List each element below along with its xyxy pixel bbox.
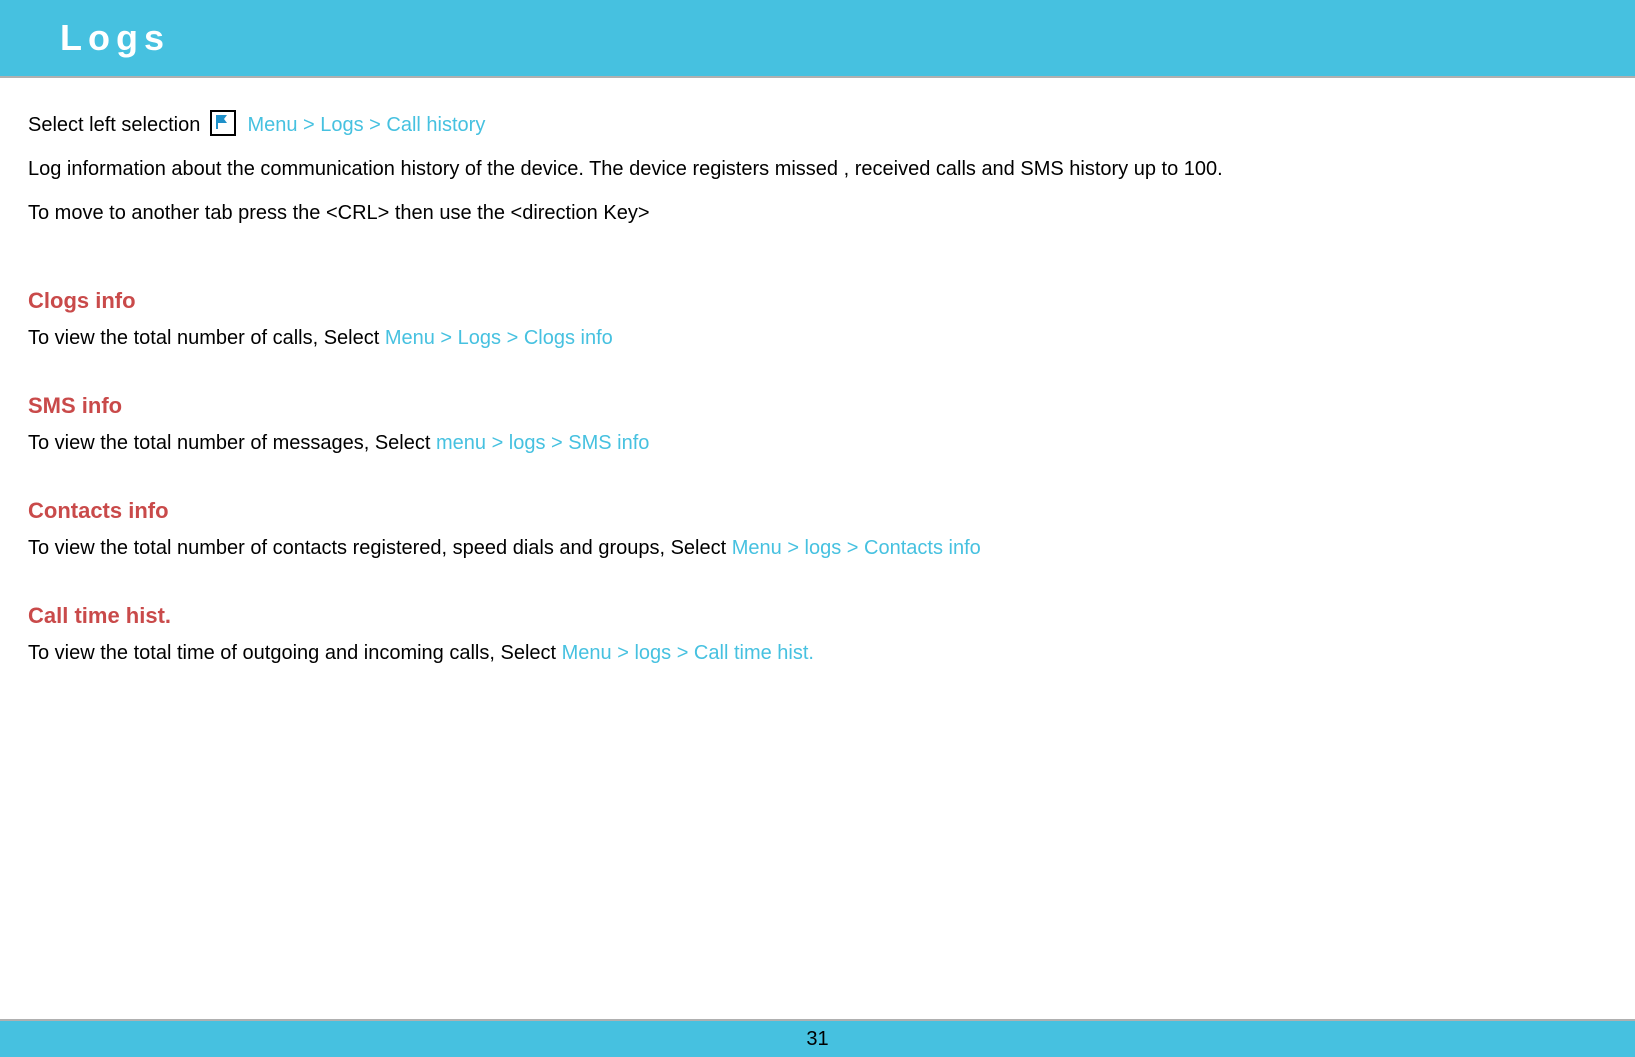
heading-clogs-info: Clogs info xyxy=(28,284,1607,317)
contacts-body-prefix: To view the total number of contacts reg… xyxy=(28,537,732,559)
flag-icon xyxy=(210,110,236,136)
header-band: Logs xyxy=(0,0,1635,78)
intro-paragraph-3: To move to another tab press the <CRL> t… xyxy=(28,198,1607,228)
page-title: Logs xyxy=(60,17,170,59)
sms-body-prefix: To view the total number of messages, Se… xyxy=(28,432,436,454)
breadcrumb-sms-info: menu > logs > SMS info xyxy=(436,432,649,454)
heading-call-time-hist: Call time hist. xyxy=(28,599,1607,632)
body-sms-info: To view the total number of messages, Se… xyxy=(28,428,1607,458)
content-area: Select left selection Menu > Logs > Call… xyxy=(0,78,1635,668)
breadcrumb-clogs-info: Menu > Logs > Clogs info xyxy=(385,327,613,349)
breadcrumb-contacts-info: Menu > logs > Contacts info xyxy=(732,537,981,559)
body-call-time-hist: To view the total time of outgoing and i… xyxy=(28,638,1607,668)
intro-prefix: Select left selection xyxy=(28,114,206,136)
document-page: Logs Select left selection Menu > Logs >… xyxy=(0,0,1635,1057)
body-clogs-info: To view the total number of calls, Selec… xyxy=(28,323,1607,353)
heading-contacts-info: Contacts info xyxy=(28,494,1607,527)
clogs-body-prefix: To view the total number of calls, Selec… xyxy=(28,327,385,349)
calltime-body-prefix: To view the total time of outgoing and i… xyxy=(28,642,562,664)
intro-paragraph-2: Log information about the communication … xyxy=(28,154,1607,184)
breadcrumb-call-history: Menu > Logs > Call history xyxy=(247,114,485,136)
breadcrumb-call-time-hist: Menu > logs > Call time hist. xyxy=(562,642,814,664)
body-contacts-info: To view the total number of contacts reg… xyxy=(28,533,1607,563)
intro-paragraph-1: Select left selection Menu > Logs > Call… xyxy=(28,110,1607,140)
page-number: 31 xyxy=(0,1028,1635,1051)
heading-sms-info: SMS info xyxy=(28,389,1607,422)
